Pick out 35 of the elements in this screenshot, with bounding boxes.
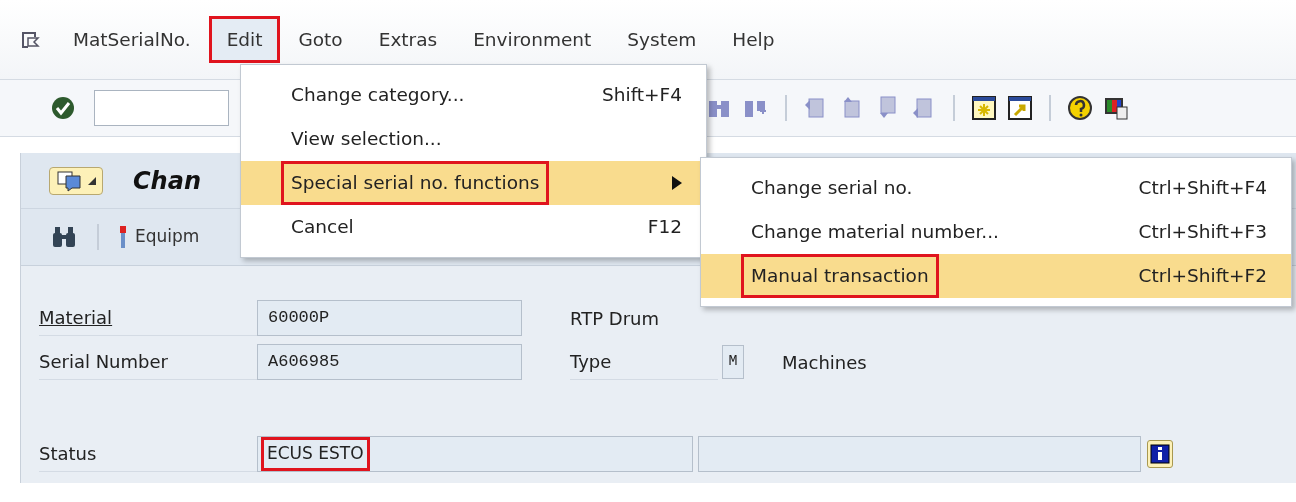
- menu-item[interactable]: Manual transaction Ctrl+Shift+F2: [701, 254, 1291, 298]
- menu-item[interactable]: View selection...: [241, 117, 706, 161]
- help-icon[interactable]: [1067, 95, 1093, 121]
- input-field[interactable]: [698, 436, 1141, 472]
- field-label: RTP Drum: [570, 306, 660, 331]
- menu-item[interactable]: MatSerialNo.: [58, 18, 206, 61]
- layout-menu-icon[interactable]: [1103, 95, 1129, 121]
- info-button[interactable]: [1147, 440, 1173, 468]
- screen-menu-icon: [56, 169, 82, 192]
- field-label: Type: [570, 344, 718, 380]
- menu-item[interactable]: Change material number... Ctrl+Shift+F3: [701, 210, 1291, 254]
- caret-icon: [88, 176, 96, 185]
- command-field[interactable]: [94, 90, 229, 126]
- dropdown-button[interactable]: [49, 166, 103, 195]
- menu-item[interactable]: Environment: [458, 18, 607, 61]
- shortcut-window-icon[interactable]: [1007, 95, 1033, 121]
- new-window-icon[interactable]: [971, 95, 997, 121]
- input-field[interactable]: 60000P: [257, 300, 522, 336]
- input-field[interactable]: ECUS ESTO: [257, 436, 693, 472]
- submenu-arrow-icon: [672, 176, 682, 190]
- menu-item[interactable]: Edit: [211, 18, 278, 61]
- equipment-icon: [119, 226, 127, 248]
- input-field[interactable]: A606985: [257, 344, 522, 380]
- screen-title: Chan: [133, 165, 201, 197]
- menu-item[interactable]: System: [612, 18, 712, 61]
- menu-icon[interactable]: [20, 29, 40, 50]
- menu-item[interactable]: Extras: [363, 18, 453, 61]
- equipment-button[interactable]: Equipm: [119, 224, 200, 250]
- menu-item[interactable]: Goto: [283, 18, 358, 61]
- input-field[interactable]: M: [722, 345, 744, 379]
- binoculars-icon[interactable]: [51, 225, 77, 249]
- description-text: Machines: [782, 350, 867, 375]
- menu-item[interactable]: Help: [717, 18, 790, 61]
- enter-icon[interactable]: [50, 95, 76, 121]
- menu-item[interactable]: Change category... Shift+F4: [241, 73, 706, 117]
